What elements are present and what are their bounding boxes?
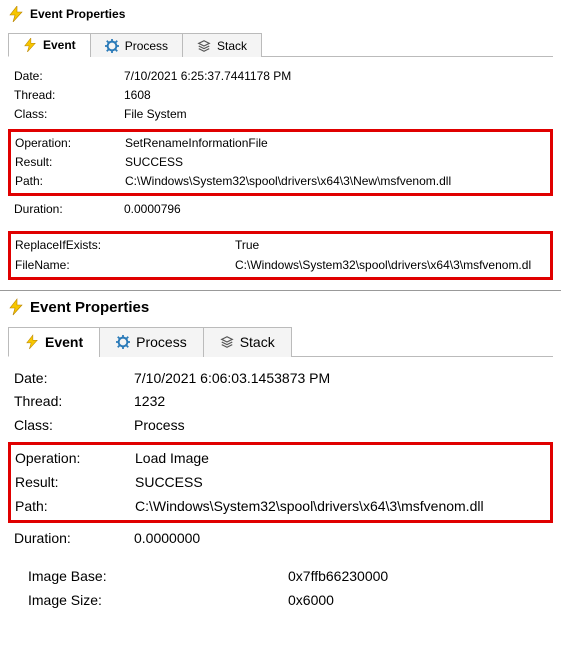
window-title: Event Properties (30, 7, 125, 21)
label-operation: Operation: (15, 447, 135, 471)
window-title-row: Event Properties (8, 4, 553, 28)
value-result: SUCCESS (125, 153, 546, 172)
event-properties-panel-2: Event Properties Event Process Stack Dat… (0, 290, 561, 623)
stack-icon (220, 335, 234, 349)
label-filename: FileName: (15, 256, 235, 275)
label-replace-if-exists: ReplaceIfExists: (15, 236, 235, 255)
value-result: SUCCESS (135, 471, 546, 495)
label-thread: Thread: (14, 86, 124, 105)
gear-icon (116, 335, 130, 349)
label-date: Date: (14, 367, 134, 391)
value-operation: Load Image (135, 447, 546, 471)
tab-label: Stack (217, 39, 247, 53)
tab-event[interactable]: Event (8, 327, 100, 357)
value-date: 7/10/2021 6:06:03.1453873 PM (134, 367, 549, 391)
label-path: Path: (15, 495, 135, 519)
label-date: Date: (14, 67, 124, 86)
extra-section: Image Base:0x7ffb66230000 Image Size:0x6… (10, 563, 553, 615)
tab-process[interactable]: Process (99, 327, 204, 357)
details-section: Date:7/10/2021 6:06:03.1453873 PM Thread… (10, 365, 553, 440)
tab-label: Process (125, 39, 168, 53)
label-image-base: Image Base: (28, 565, 288, 589)
label-result: Result: (15, 153, 125, 172)
tab-event[interactable]: Event (8, 33, 91, 57)
value-path: C:\Windows\System32\spool\drivers\x64\3\… (135, 495, 546, 519)
window-title-row: Event Properties (8, 297, 553, 322)
value-duration: 0.0000000 (134, 527, 549, 551)
tab-strip: Event Process Stack (8, 326, 553, 357)
value-thread: 1608 (124, 86, 549, 105)
gear-icon (105, 39, 119, 53)
value-class: Process (134, 414, 549, 438)
tab-label: Stack (240, 334, 275, 350)
value-image-base: 0x7ffb66230000 (288, 565, 549, 589)
value-replace-if-exists: True (235, 236, 546, 255)
highlight-box: Operation:Load Image Result:SUCCESS Path… (8, 442, 553, 523)
lightning-icon (8, 6, 24, 22)
lightning-icon (8, 299, 24, 315)
value-path: C:\Windows\System32\spool\drivers\x64\3\… (125, 172, 546, 191)
tab-label: Process (136, 334, 187, 350)
label-path: Path: (15, 172, 125, 191)
lightning-icon (23, 38, 37, 52)
details-section: Duration:0.0000796 (10, 198, 553, 221)
value-date: 7/10/2021 6:25:37.7441178 PM (124, 67, 549, 86)
lightning-icon (25, 335, 39, 349)
details-section: Date:7/10/2021 6:25:37.7441178 PM Thread… (10, 65, 553, 127)
label-duration: Duration: (14, 527, 134, 551)
window-title: Event Properties (30, 299, 149, 316)
tab-label: Event (45, 334, 83, 350)
label-operation: Operation: (15, 134, 125, 153)
label-class: Class: (14, 105, 124, 124)
tab-process[interactable]: Process (90, 33, 183, 57)
tab-stack[interactable]: Stack (203, 327, 292, 357)
label-class: Class: (14, 414, 134, 438)
value-thread: 1232 (134, 390, 549, 414)
value-image-size: 0x6000 (288, 589, 549, 613)
label-duration: Duration: (14, 200, 124, 219)
details-section: Duration:0.0000000 (10, 525, 553, 553)
tab-label: Event (43, 38, 76, 52)
highlight-box: ReplaceIfExists:True FileName:C:\Windows… (8, 231, 553, 279)
value-operation: SetRenameInformationFile (125, 134, 546, 153)
stack-icon (197, 39, 211, 53)
label-result: Result: (15, 471, 135, 495)
value-filename: C:\Windows\System32\spool\drivers\x64\3\… (235, 256, 546, 275)
highlight-box: Operation:SetRenameInformationFile Resul… (8, 129, 553, 197)
label-thread: Thread: (14, 390, 134, 414)
label-image-size: Image Size: (28, 589, 288, 613)
tab-stack[interactable]: Stack (182, 33, 262, 57)
value-duration: 0.0000796 (124, 200, 549, 219)
value-class: File System (124, 105, 549, 124)
tab-strip: Event Process Stack (8, 32, 553, 57)
event-properties-panel-1: Event Properties Event Process Stack Dat… (0, 0, 561, 290)
